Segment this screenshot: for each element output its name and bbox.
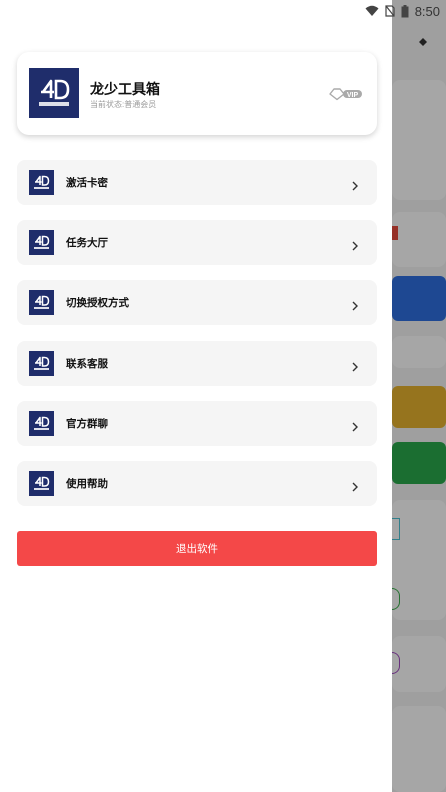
menu-item-label: 联系客服	[66, 358, 108, 370]
navigation-drawer: 龙少工具箱 当前状态:普通会员 VIP 激活卡密 任务大厅 切换授权方式 联系客…	[0, 0, 392, 792]
exit-app-button[interactable]: 退出软件	[17, 531, 377, 566]
app-logo-icon	[29, 290, 54, 315]
vip-badge-label: VIP	[347, 92, 359, 99]
chevron-right-icon	[351, 359, 359, 371]
menu-item-contact-support[interactable]: 联系客服	[17, 341, 377, 386]
app-logo-icon	[29, 411, 54, 436]
menu-item-switch-auth[interactable]: 切换授权方式	[17, 280, 377, 325]
status-time: 8:50	[414, 3, 440, 19]
app-logo-icon	[29, 170, 54, 195]
chevron-right-icon	[351, 419, 359, 431]
battery-icon	[401, 4, 409, 18]
menu-item-label: 切换授权方式	[66, 297, 129, 309]
chevron-right-icon	[351, 178, 359, 190]
profile-card[interactable]: 龙少工具箱 当前状态:普通会员 VIP	[17, 52, 377, 135]
status-bar: 8:50	[0, 0, 446, 22]
menu-item-activate-card[interactable]: 激活卡密	[17, 160, 377, 205]
menu-item-official-group[interactable]: 官方群聊	[17, 401, 377, 446]
menu-item-task-hall[interactable]: 任务大厅	[17, 220, 377, 265]
vip-badge-icon: VIP	[329, 87, 363, 101]
chevron-right-icon	[351, 238, 359, 250]
wifi-icon	[365, 5, 379, 17]
app-name: 龙少工具箱	[90, 81, 160, 97]
app-logo-icon	[29, 68, 79, 118]
menu-item-label: 官方群聊	[66, 418, 108, 430]
app-logo-icon	[29, 230, 54, 255]
app-logo-icon	[29, 351, 54, 376]
app-logo-icon	[29, 471, 54, 496]
no-sim-icon	[385, 5, 395, 17]
chevron-right-icon	[351, 298, 359, 310]
menu-item-label: 激活卡密	[66, 177, 108, 189]
menu-item-help[interactable]: 使用帮助	[17, 461, 377, 506]
menu-item-label: 使用帮助	[66, 478, 108, 490]
chevron-right-icon	[351, 479, 359, 491]
menu-item-label: 任务大厅	[66, 237, 108, 249]
member-status: 当前状态:普通会员	[90, 100, 157, 109]
